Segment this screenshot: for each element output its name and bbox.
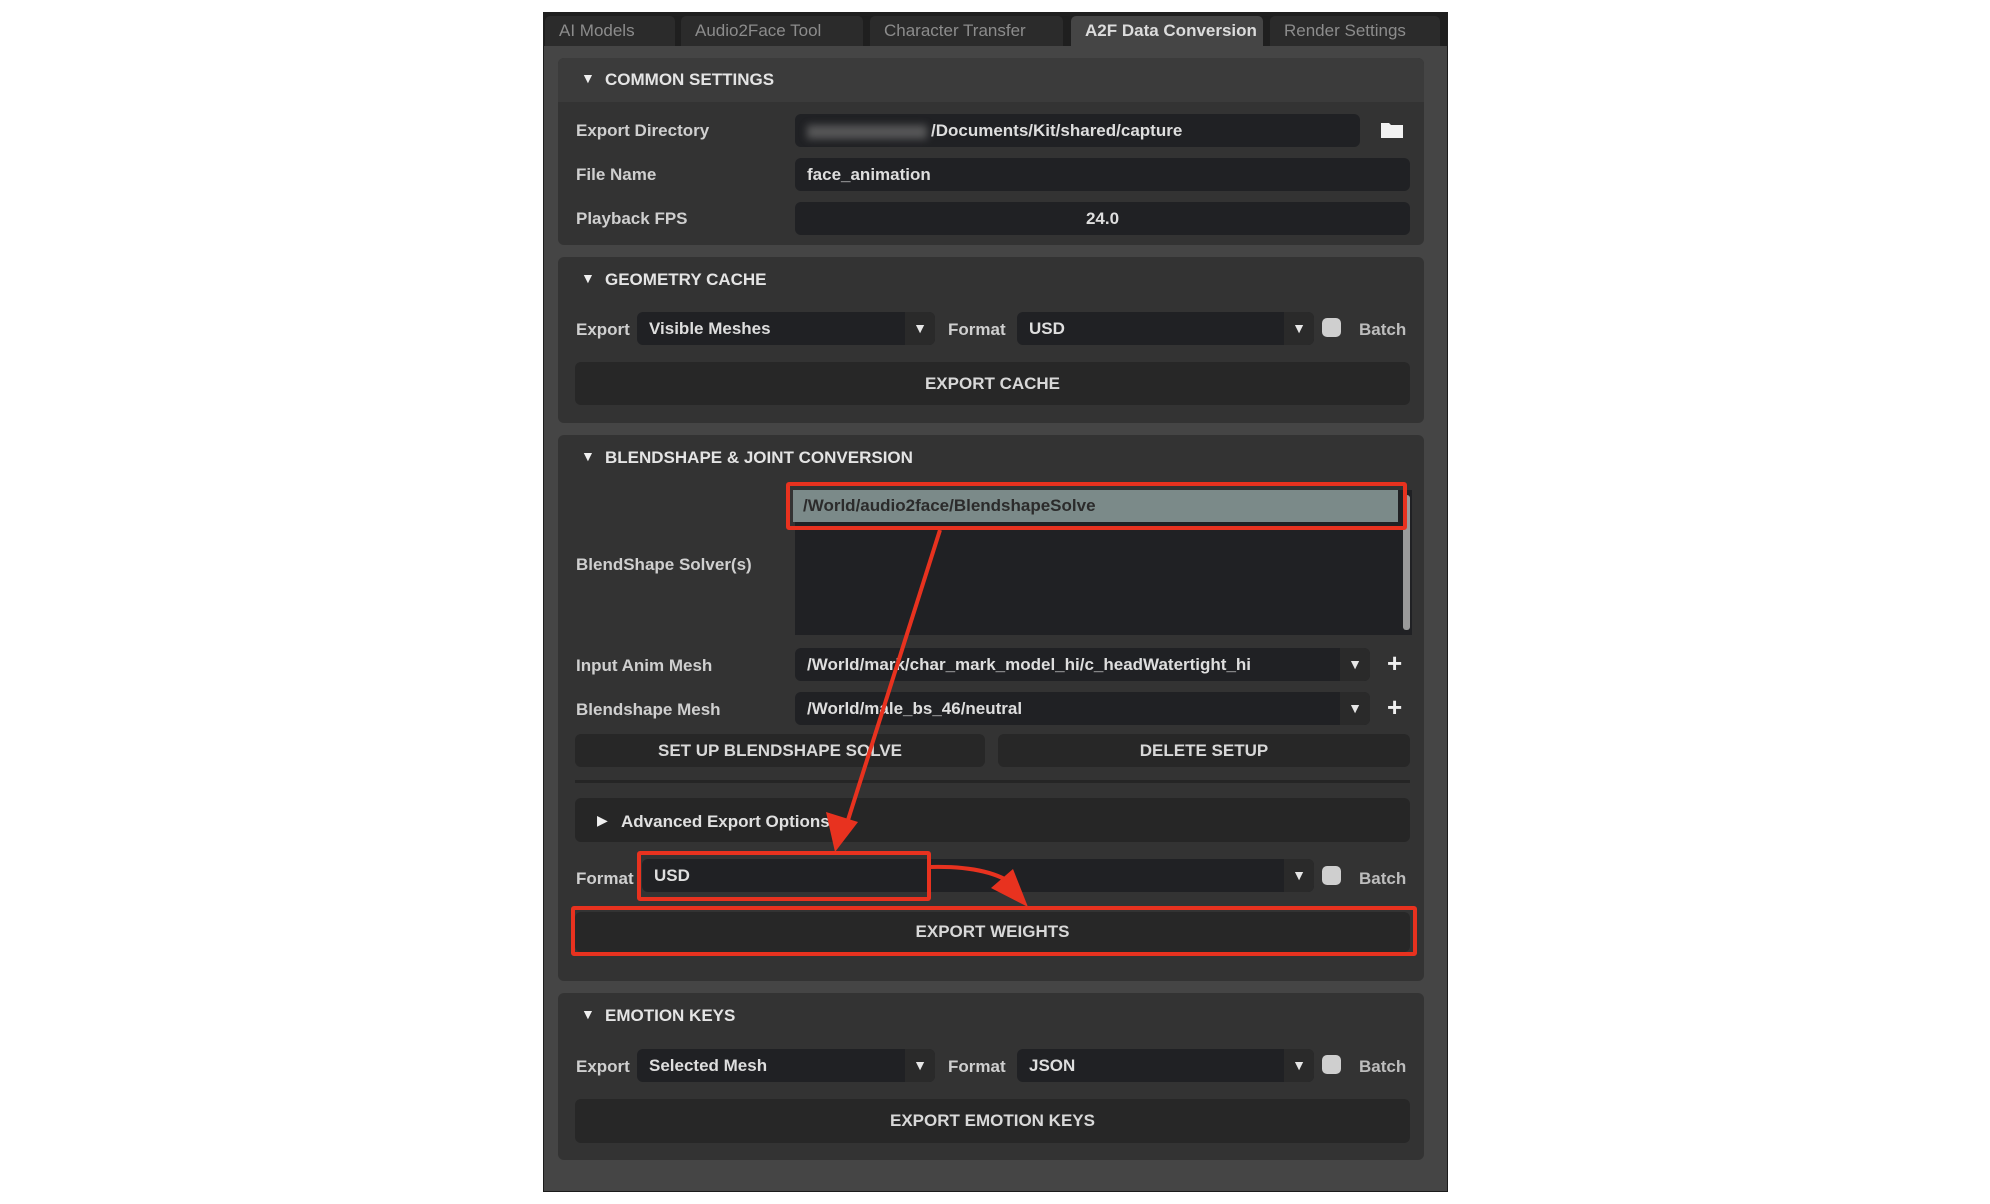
list-scrollbar[interactable] xyxy=(1403,495,1410,630)
geometry-export-dropdown[interactable]: Visible Meshes ▼ xyxy=(637,312,935,345)
batch-label: Batch xyxy=(1359,1057,1407,1076)
delete-setup-button[interactable]: DELETE SETUP xyxy=(998,734,1410,767)
dropdown-value: Selected Mesh xyxy=(649,1056,768,1075)
dropdown-value: USD xyxy=(1029,319,1065,338)
redacted-path-prefix xyxy=(807,124,927,139)
blendshape-mesh-dropdown[interactable]: /World/male_bs_46/neutral ▼ xyxy=(795,692,1370,725)
dropdown-value: Visible Meshes xyxy=(649,319,771,338)
tab-label: A2F Data Conversion xyxy=(1085,21,1257,40)
batch-checkbox[interactable] xyxy=(1322,1055,1341,1074)
tab-label: Audio2Face Tool xyxy=(695,21,822,40)
chevron-down-icon: ▼ xyxy=(905,312,935,345)
add-input-anim-mesh-icon[interactable]: + xyxy=(1387,650,1402,676)
blendshape-mesh-label: Blendshape Mesh xyxy=(576,700,721,719)
setup-blendshape-solve-button[interactable]: SET UP BLENDSHAPE SOLVE xyxy=(575,734,985,767)
file-name-label: File Name xyxy=(576,165,657,184)
batch-label: Batch xyxy=(1359,320,1407,339)
export-weights-button[interactable]: EXPORT WEIGHTS xyxy=(575,912,1410,952)
emotion-format-dropdown[interactable]: JSON ▼ xyxy=(1017,1049,1314,1082)
file-name-field[interactable]: face_animation xyxy=(795,158,1410,191)
export-emotion-keys-button[interactable]: EXPORT EMOTION KEYS xyxy=(575,1099,1410,1143)
chevron-down-icon: ▼ xyxy=(1340,692,1370,725)
section-title: COMMON SETTINGS xyxy=(605,70,775,89)
tab-label: Character Transfer xyxy=(884,21,1026,40)
file-name-value: face_animation xyxy=(807,165,931,184)
playback-fps-field[interactable]: 24.0 xyxy=(795,202,1410,235)
chevron-down-icon: ▼ xyxy=(1284,1049,1314,1082)
format-label: Format xyxy=(948,320,1006,339)
playback-fps-label: Playback FPS xyxy=(576,209,688,228)
weights-format-dropdown[interactable]: USD ▼ xyxy=(642,859,1314,892)
divider xyxy=(575,780,1410,783)
emotion-export-dropdown[interactable]: Selected Mesh ▼ xyxy=(637,1049,935,1082)
folder-icon[interactable] xyxy=(1380,121,1404,139)
blendshape-solvers-label: BlendShape Solver(s) xyxy=(576,555,752,574)
collapse-triangle-icon[interactable]: ▼ xyxy=(581,270,595,286)
batch-checkbox[interactable] xyxy=(1322,866,1341,885)
list-item-selected[interactable]: /World/audio2face/BlendshapeSolve xyxy=(793,490,1398,522)
chevron-down-icon: ▼ xyxy=(1284,312,1314,345)
export-label: Export xyxy=(576,1057,630,1076)
batch-label: Batch xyxy=(1359,869,1407,888)
dropdown-value: /World/mark/char_mark_model_hi/c_headWat… xyxy=(807,655,1252,674)
advanced-export-options-label: Advanced Export Options xyxy=(621,812,830,831)
export-directory-value: /Documents/Kit/shared/capture xyxy=(931,121,1183,140)
export-label: Export xyxy=(576,320,630,339)
section-title: EMOTION KEYS xyxy=(605,1006,736,1025)
tab-render-settings[interactable]: Render Settings xyxy=(1270,16,1440,46)
batch-checkbox[interactable] xyxy=(1322,318,1341,337)
format-label: Format xyxy=(948,1057,1006,1076)
tab-label: AI Models xyxy=(559,21,635,40)
tab-label: Render Settings xyxy=(1284,21,1406,40)
collapse-triangle-icon[interactable]: ▼ xyxy=(581,448,595,464)
tab-character-transfer[interactable]: Character Transfer xyxy=(870,16,1063,46)
chevron-down-icon: ▼ xyxy=(905,1049,935,1082)
chevron-down-icon: ▼ xyxy=(1340,648,1370,681)
collapse-triangle-icon[interactable]: ▼ xyxy=(581,1006,595,1022)
format-label: Format xyxy=(576,869,634,888)
chevron-down-icon: ▼ xyxy=(1284,859,1314,892)
dropdown-value: /World/male_bs_46/neutral xyxy=(807,699,1023,718)
input-anim-mesh-label: Input Anim Mesh xyxy=(576,656,713,675)
add-blendshape-mesh-icon[interactable]: + xyxy=(1387,694,1402,720)
tab-audio2face-tool[interactable]: Audio2Face Tool xyxy=(681,16,863,46)
export-directory-label: Export Directory xyxy=(576,121,710,140)
geometry-format-dropdown[interactable]: USD ▼ xyxy=(1017,312,1314,345)
tab-a2f-data-conversion[interactable]: A2F Data Conversion xyxy=(1071,16,1263,46)
section-title: GEOMETRY CACHE xyxy=(605,270,767,289)
dropdown-value: JSON xyxy=(1029,1056,1076,1075)
collapse-triangle-icon[interactable]: ▼ xyxy=(581,70,595,86)
section-title: BLENDSHAPE & JOINT CONVERSION xyxy=(605,448,913,467)
expand-triangle-icon[interactable]: ▶ xyxy=(597,812,608,829)
dropdown-value: USD xyxy=(654,866,690,885)
input-anim-mesh-dropdown[interactable]: /World/mark/char_mark_model_hi/c_headWat… xyxy=(795,648,1370,681)
tab-ai-models[interactable]: AI Models xyxy=(545,16,675,46)
export-directory-field[interactable]: /Documents/Kit/shared/capture xyxy=(795,114,1360,147)
export-cache-button[interactable]: EXPORT CACHE xyxy=(575,362,1410,405)
playback-fps-value: 24.0 xyxy=(1085,209,1120,228)
